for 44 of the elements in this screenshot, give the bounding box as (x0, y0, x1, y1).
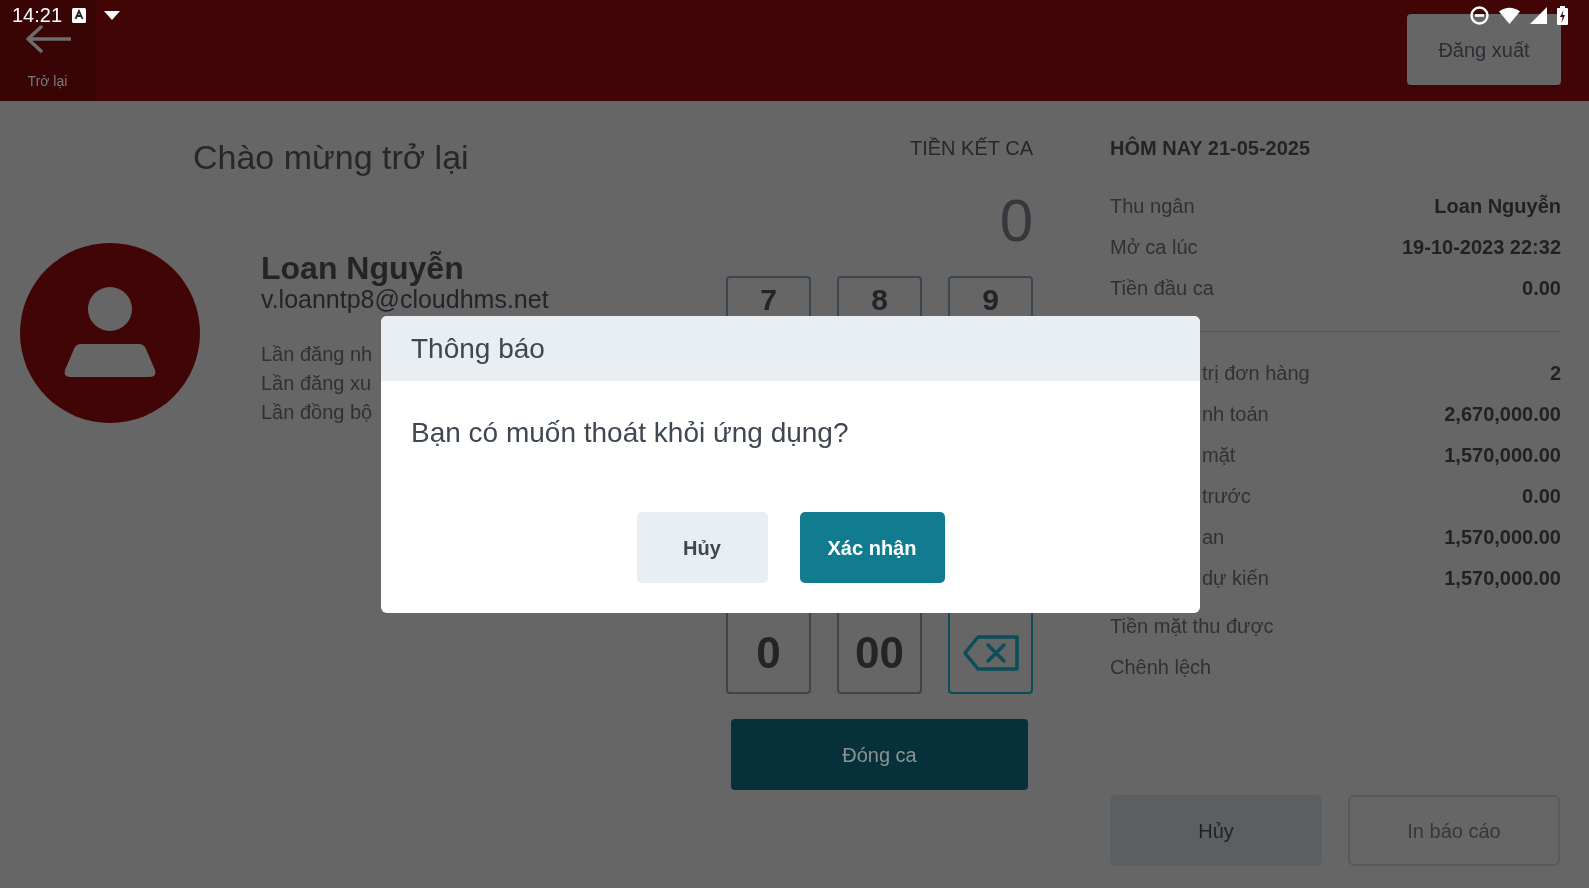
dialog-title: Thông báo (411, 331, 545, 366)
wifi-icon (1499, 6, 1520, 24)
summary-label: mặt (1202, 444, 1236, 467)
summary-value: 19-10-2023 22:32 (1402, 236, 1561, 259)
summary-value: 2 (1549, 362, 1561, 385)
user-name: Loan Nguyễn (261, 250, 464, 286)
summary-label: trị đơn hàng (1202, 362, 1310, 385)
summary-value: 0.00 (1522, 485, 1561, 508)
summary-title: HÔM NAY 21-05-2025 (1110, 136, 1311, 160)
summary-label: Chênh lệch (1110, 656, 1212, 679)
cancel-button[interactable]: Hủy (1110, 795, 1322, 866)
dialog-message: Bạn có muốn thoát khỏi ứng dụng? (411, 416, 849, 450)
summary-value: 0.00 (1522, 277, 1561, 300)
summary-label: Tiền mặt thu được (1110, 615, 1274, 638)
summary-value: 1,570,000.00 (1444, 444, 1561, 467)
summary-value: Loan Nguyễn (1434, 195, 1561, 218)
summary-label: nh toán (1202, 403, 1269, 426)
user-avatar-icon (20, 243, 200, 423)
status-time: 14:21 (12, 4, 63, 26)
back-arrow-icon (24, 25, 71, 53)
battery-charging-icon (1557, 5, 1568, 25)
summary-label: Mở ca lúc (1110, 236, 1198, 259)
backspace-icon (962, 634, 1019, 671)
welcome-title: Chào mừng trở lại (193, 137, 469, 178)
summary-label: trước (1202, 485, 1251, 508)
user-email: v.loanntp8@cloudhms.net (261, 286, 549, 312)
signal-icon (1530, 6, 1547, 24)
close-shift-button[interactable]: Đóng ca (731, 719, 1028, 790)
login-info-text: Lần đăng xu (261, 371, 372, 396)
closing-cash-title: TIỀN KẾT CA (910, 136, 1033, 160)
summary-value: 1,570,000.00 (1444, 526, 1561, 549)
summary-label: dự kiến (1202, 567, 1269, 590)
summary-label: Tiền đầu ca (1110, 277, 1214, 300)
login-info-text: Lần đăng nh (261, 342, 373, 367)
caret-down-icon (104, 10, 121, 20)
summary-value: 2,670,000.00 (1444, 403, 1561, 426)
logout-button[interactable]: Đăng xuất (1407, 14, 1561, 85)
login-info-text: Lần đồng bộ (261, 400, 373, 425)
summary-label: Thu ngân (1110, 195, 1195, 218)
dialog-cancel-button[interactable]: Hủy (636, 512, 768, 583)
summary-label: an (1202, 526, 1225, 549)
summary-value: 1,570,000.00 (1444, 567, 1561, 590)
do-not-disturb-icon (1470, 5, 1489, 25)
confirm-button[interactable]: Xác nhận (799, 512, 945, 583)
